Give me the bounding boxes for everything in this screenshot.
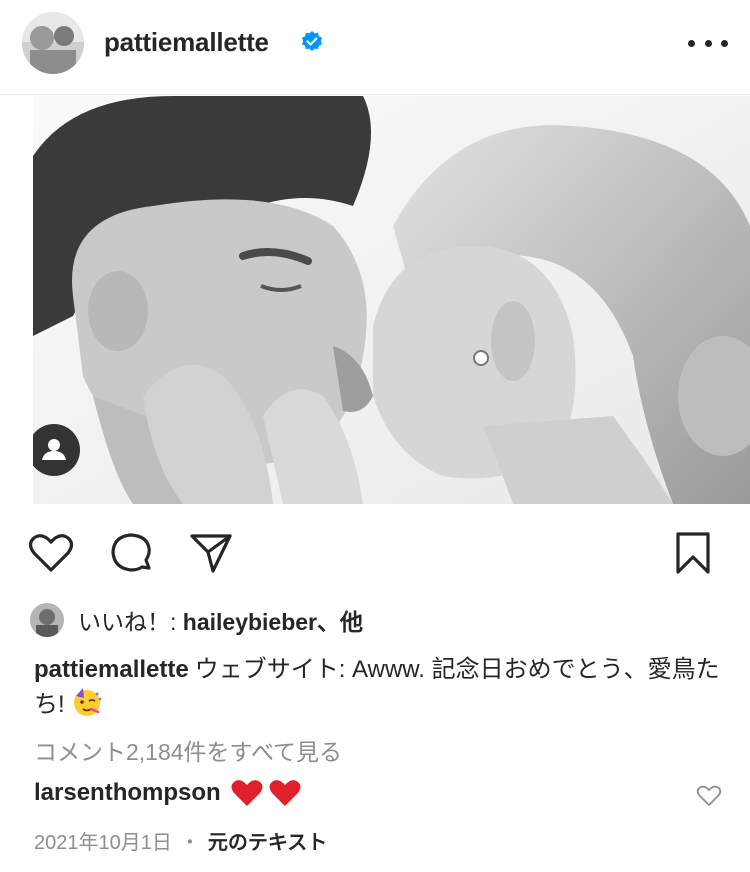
partying-face-emoji — [73, 688, 101, 716]
view-all-comments-link[interactable]: コメント2,184件をすべて見る — [34, 733, 342, 767]
author-username[interactable]: pattiemallette — [104, 27, 269, 58]
likes-prefix: いいね！: — [78, 609, 183, 635]
action-bar — [0, 510, 750, 594]
paper-plane-icon[interactable] — [188, 530, 234, 576]
more-options-button[interactable] — [688, 28, 728, 58]
comment-text — [231, 778, 307, 808]
post-header: pattiemallette — [0, 0, 750, 95]
comment-username[interactable]: larsenthompson — [34, 779, 221, 807]
likes-text: いいね！: haileybieber、他 — [78, 603, 363, 637]
liker-username[interactable]: haileybieber — [183, 609, 317, 635]
more-dot — [704, 39, 712, 47]
red-heart-emoji — [231, 780, 263, 806]
more-dot — [688, 39, 695, 47]
likes-row[interactable]: いいね！: haileybieber、他 — [30, 602, 363, 638]
heart-outline-icon[interactable] — [28, 530, 74, 576]
verified-badge-icon — [302, 31, 322, 51]
comment-heart-icon[interactable] — [696, 784, 722, 808]
caption-username[interactable]: pattiemallette — [34, 656, 189, 683]
bookmark-icon[interactable] — [670, 530, 716, 576]
post-caption: pattiemallette ウェブサイト: Awww. 記念日おめでとう、愛鳥た… — [34, 653, 724, 721]
post-meta-row: 2021年10月1日 ・ 元のテキスト — [34, 826, 327, 855]
post-photo[interactable] — [33, 96, 750, 504]
comment-row: larsenthompson — [34, 778, 307, 808]
more-dot — [721, 39, 728, 47]
author-avatar[interactable] — [22, 12, 84, 74]
likes-others[interactable]: 、他 — [317, 609, 363, 635]
red-heart-emoji — [269, 780, 301, 806]
liker-avatar — [30, 603, 64, 637]
tagged-users-button[interactable] — [33, 424, 80, 476]
see-original-link[interactable]: 元のテキスト — [208, 826, 327, 855]
post-date: 2021年10月1日 — [34, 832, 172, 854]
user-tag-icon — [42, 439, 66, 460]
comment-bubble-icon[interactable] — [108, 530, 154, 576]
meta-separator: ・ — [179, 832, 200, 854]
